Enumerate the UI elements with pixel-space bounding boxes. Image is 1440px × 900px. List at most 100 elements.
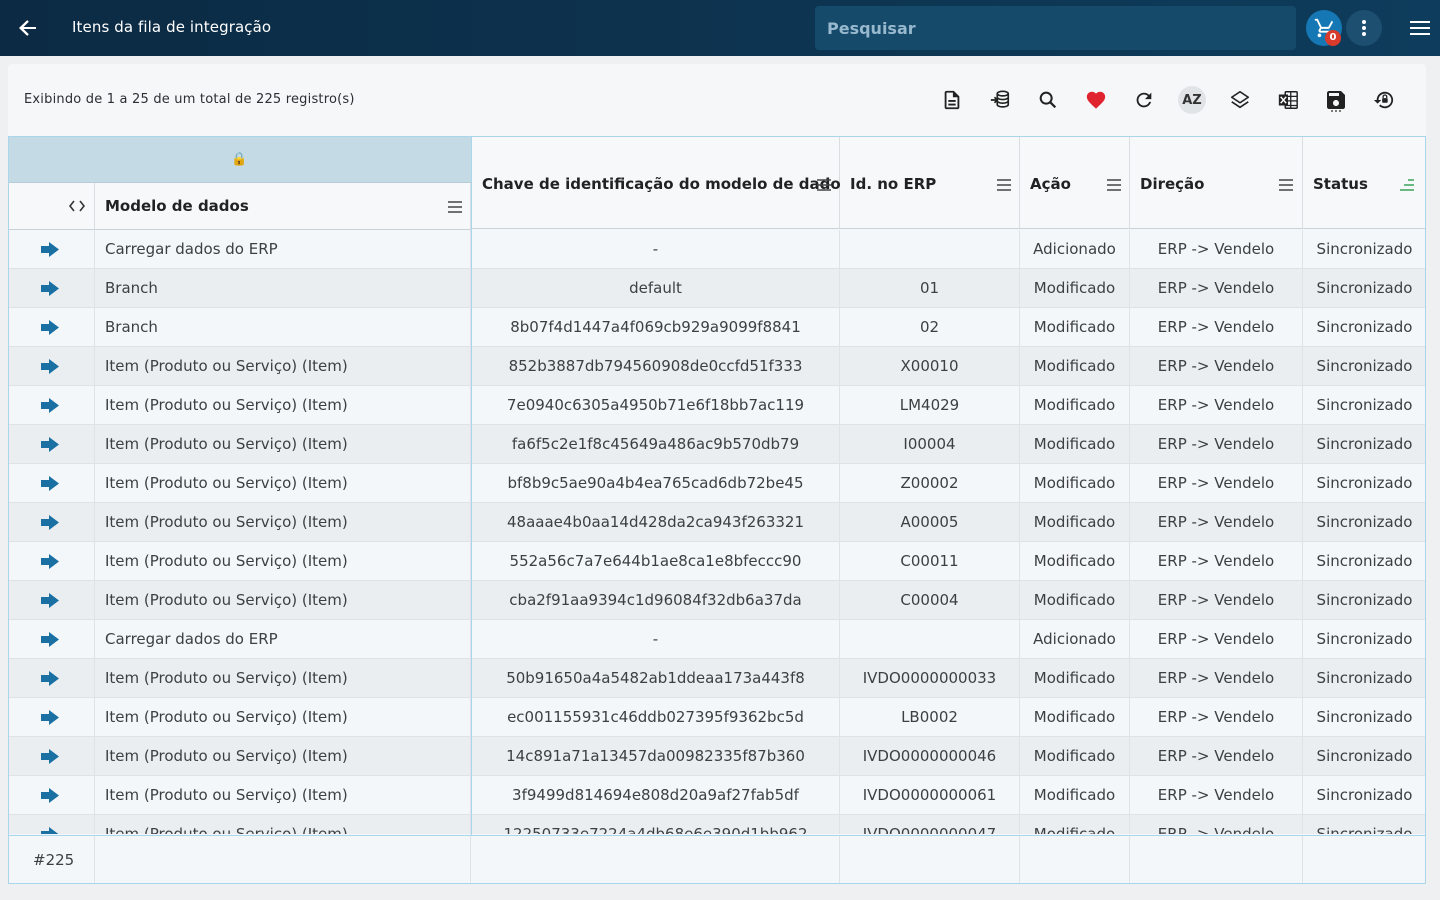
- expand-code-icon[interactable]: [69, 200, 85, 212]
- restore-button[interactable]: [1360, 86, 1408, 114]
- row-arrow-right-icon[interactable]: [41, 671, 59, 686]
- back-arrow-icon[interactable]: [14, 14, 42, 42]
- sorted-filter-icon[interactable]: [1399, 179, 1415, 191]
- lock-icon[interactable]: 🔒: [231, 152, 247, 167]
- cell-action: Modificado: [1020, 776, 1130, 815]
- favorite-button[interactable]: [1072, 86, 1120, 114]
- row-arrow-right-icon[interactable]: [41, 710, 59, 725]
- row-arrow-right-icon[interactable]: [41, 788, 59, 803]
- cell-erp-id: [840, 230, 1020, 269]
- column-header-model[interactable]: Modelo de dados: [95, 183, 471, 230]
- cell-erp-id: [840, 620, 1020, 659]
- column-header-label: Id. no ERP: [850, 175, 937, 193]
- row-open-cell: [9, 425, 95, 464]
- row-arrow-right-icon[interactable]: [41, 320, 59, 335]
- layers-button[interactable]: [1216, 86, 1264, 114]
- sort-az-icon: AZ: [1178, 86, 1206, 114]
- table-row[interactable]: Item (Produto ou Serviço) (Item) bf8b9c5a…: [9, 464, 1425, 503]
- table-row[interactable]: Item (Produto ou Serviço) (Item) ec001155…: [9, 698, 1425, 737]
- table-row[interactable]: Item (Produto ou Serviço) (Item) 14c891a7…: [9, 737, 1425, 776]
- export-excel-button[interactable]: [1264, 86, 1312, 114]
- cell-direction: ERP -> Vendelo: [1130, 698, 1303, 737]
- cell-erp-id: I00004: [840, 425, 1020, 464]
- table-row[interactable]: Branch default 01 Modificado ERP -> Vendelo S…: [9, 269, 1425, 308]
- cell-direction: ERP -> Vendelo: [1130, 230, 1303, 269]
- table-row[interactable]: Carregar dados do ERP - Adicionado ERP -> V…: [9, 620, 1425, 659]
- cell-key: -: [472, 620, 840, 659]
- column-menu-icon[interactable]: [1106, 179, 1122, 191]
- row-arrow-right-icon[interactable]: [41, 476, 59, 491]
- page-title: Itens da fila de integração: [72, 18, 272, 36]
- column-menu-icon[interactable]: [996, 179, 1012, 191]
- cell-erp-id: C00011: [840, 542, 1020, 581]
- hamburger-menu-icon[interactable]: [1406, 14, 1434, 42]
- cell-key: 7e0940c6305a4950b71e6f18bb7ac119: [472, 386, 840, 425]
- column-header-expand[interactable]: [9, 183, 95, 230]
- row-arrow-right-icon[interactable]: [41, 593, 59, 608]
- search-input[interactable]: [815, 6, 1296, 50]
- row-arrow-right-icon[interactable]: [41, 515, 59, 530]
- column-menu-icon[interactable]: [816, 179, 832, 191]
- cell-model: Item (Produto ou Serviço) (Item): [95, 386, 471, 425]
- save-icon: [1327, 91, 1345, 112]
- document-button[interactable]: [928, 86, 976, 114]
- table-row[interactable]: Item (Produto ou Serviço) (Item) 552a56c7…: [9, 542, 1425, 581]
- cell-key: 3f9499d814694e808d20a9af27fab5df: [472, 776, 840, 815]
- cart-button[interactable]: 0: [1306, 10, 1342, 46]
- row-count: #225: [33, 851, 75, 869]
- table-row[interactable]: Item (Produto ou Serviço) (Item) fa6f5c2e…: [9, 425, 1425, 464]
- records-info: Exibindo de 1 a 25 de um total de 225 re…: [24, 92, 355, 107]
- cell-model: Carregar dados do ERP: [95, 620, 471, 659]
- table-row[interactable]: Item (Produto ou Serviço) (Item) 48aaae4b…: [9, 503, 1425, 542]
- more-options-button[interactable]: [1346, 10, 1382, 46]
- row-arrow-right-icon[interactable]: [41, 827, 59, 834]
- import-button[interactable]: [976, 86, 1024, 114]
- row-arrow-right-icon[interactable]: [41, 749, 59, 764]
- sort-button[interactable]: AZ: [1168, 86, 1216, 114]
- column-header-direction[interactable]: Direção: [1130, 137, 1303, 229]
- cell-action: Modificado: [1020, 386, 1130, 425]
- row-arrow-right-icon[interactable]: [41, 398, 59, 413]
- import-icon: [990, 90, 1010, 108]
- cell-model: Item (Produto ou Serviço) (Item): [95, 776, 471, 815]
- column-header-action[interactable]: Ação: [1020, 137, 1130, 229]
- column-menu-icon[interactable]: [1278, 179, 1294, 191]
- row-arrow-right-icon[interactable]: [41, 281, 59, 296]
- table-row[interactable]: Branch 8b07f4d1447a4f069cb929a9099f8841 02…: [9, 308, 1425, 347]
- table-row[interactable]: Item (Produto ou Serviço) (Item) 12250733…: [9, 815, 1425, 834]
- row-arrow-right-icon[interactable]: [41, 242, 59, 257]
- table-row[interactable]: Item (Produto ou Serviço) (Item) 3f9499d8…: [9, 776, 1425, 815]
- cell-key: ec001155931c46ddb027395f9362bc5d: [472, 698, 840, 737]
- column-header-key[interactable]: Chave de identificação do modelo de dado…: [472, 137, 850, 229]
- table-row[interactable]: Item (Produto ou Serviço) (Item) 50b91650…: [9, 659, 1425, 698]
- column-header-status[interactable]: Status: [1303, 137, 1425, 229]
- column-header-label: Modelo de dados: [105, 197, 249, 215]
- search-button[interactable]: [1024, 86, 1072, 114]
- save-button[interactable]: [1312, 86, 1360, 114]
- footer-cell: [840, 836, 1020, 883]
- table-row[interactable]: Item (Produto ou Serviço) (Item) 852b3887…: [9, 347, 1425, 386]
- refresh-button[interactable]: [1120, 86, 1168, 114]
- cell-status: Sincronizado: [1303, 581, 1425, 620]
- cell-key: 552a56c7a7e644b1ae8ca1e8bfeccc90: [472, 542, 840, 581]
- row-arrow-right-icon[interactable]: [41, 632, 59, 647]
- cell-status: Sincronizado: [1303, 230, 1425, 269]
- footer-cell: [472, 836, 840, 883]
- table-row[interactable]: Carregar dados do ERP - Adicionado ERP -> V…: [9, 230, 1425, 269]
- row-arrow-right-icon[interactable]: [41, 359, 59, 374]
- row-arrow-right-icon[interactable]: [41, 554, 59, 569]
- row-arrow-right-icon[interactable]: [41, 437, 59, 452]
- grid-footer: #225: [9, 835, 1425, 883]
- cell-action: Modificado: [1020, 425, 1130, 464]
- cell-status: Sincronizado: [1303, 503, 1425, 542]
- cell-erp-id: Z00002: [840, 464, 1020, 503]
- cell-erp-id: LB0002: [840, 698, 1020, 737]
- table-row[interactable]: Item (Produto ou Serviço) (Item) cba2f91a…: [9, 581, 1425, 620]
- table-row[interactable]: Item (Produto ou Serviço) (Item) 7e0940c6…: [9, 386, 1425, 425]
- search-box[interactable]: [815, 6, 1296, 50]
- row-open-cell: [9, 386, 95, 425]
- more-vert-icon: [1362, 20, 1366, 36]
- column-header-erp-id[interactable]: Id. no ERP: [840, 137, 1020, 229]
- column-menu-icon[interactable]: [447, 201, 463, 213]
- cell-key: 50b91650a4a5482ab1ddeaa173a443f8: [472, 659, 840, 698]
